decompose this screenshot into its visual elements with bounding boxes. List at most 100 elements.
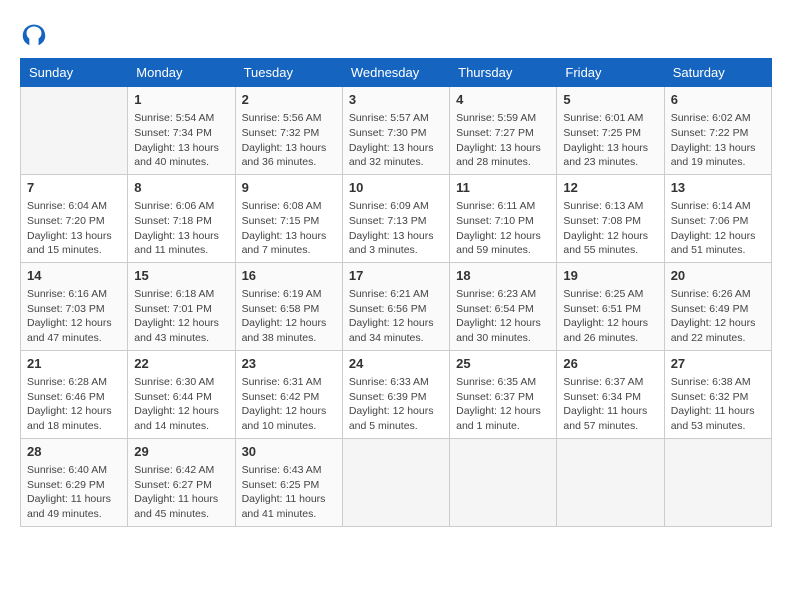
day-info: Sunrise: 6:06 AM Sunset: 7:18 PM Dayligh… [134, 199, 228, 258]
day-number: 6 [671, 91, 765, 109]
day-info: Sunrise: 6:40 AM Sunset: 6:29 PM Dayligh… [27, 463, 121, 522]
day-info: Sunrise: 5:54 AM Sunset: 7:34 PM Dayligh… [134, 111, 228, 170]
day-info: Sunrise: 6:18 AM Sunset: 7:01 PM Dayligh… [134, 287, 228, 346]
calendar-cell: 5 Sunrise: 6:01 AM Sunset: 7:25 PM Daylig… [557, 87, 664, 175]
calendar-cell: 14 Sunrise: 6:16 AM Sunset: 7:03 PM Dayli… [21, 262, 128, 350]
calendar-cell: 11 Sunrise: 6:11 AM Sunset: 7:10 PM Dayli… [450, 174, 557, 262]
calendar-cell [21, 87, 128, 175]
day-number: 27 [671, 355, 765, 373]
day-number: 13 [671, 179, 765, 197]
header-wednesday: Wednesday [342, 59, 449, 87]
day-number: 29 [134, 443, 228, 461]
header-row: Sunday Monday Tuesday Wednesday Thursday… [21, 59, 772, 87]
day-number: 12 [563, 179, 657, 197]
day-info: Sunrise: 6:37 AM Sunset: 6:34 PM Dayligh… [563, 375, 657, 434]
day-number: 24 [349, 355, 443, 373]
day-number: 21 [27, 355, 121, 373]
logo-icon [20, 20, 48, 48]
day-number: 8 [134, 179, 228, 197]
calendar-cell: 16 Sunrise: 6:19 AM Sunset: 6:58 PM Dayli… [235, 262, 342, 350]
calendar-week-4: 21 Sunrise: 6:28 AM Sunset: 6:46 PM Dayli… [21, 350, 772, 438]
day-number: 22 [134, 355, 228, 373]
day-info: Sunrise: 6:11 AM Sunset: 7:10 PM Dayligh… [456, 199, 550, 258]
header-saturday: Saturday [664, 59, 771, 87]
day-number: 23 [242, 355, 336, 373]
day-info: Sunrise: 6:25 AM Sunset: 6:51 PM Dayligh… [563, 287, 657, 346]
day-info: Sunrise: 6:42 AM Sunset: 6:27 PM Dayligh… [134, 463, 228, 522]
day-info: Sunrise: 6:28 AM Sunset: 6:46 PM Dayligh… [27, 375, 121, 434]
day-number: 15 [134, 267, 228, 285]
calendar-cell: 12 Sunrise: 6:13 AM Sunset: 7:08 PM Dayli… [557, 174, 664, 262]
calendar-cell: 18 Sunrise: 6:23 AM Sunset: 6:54 PM Dayli… [450, 262, 557, 350]
day-number: 19 [563, 267, 657, 285]
calendar-table: Sunday Monday Tuesday Wednesday Thursday… [20, 58, 772, 527]
day-number: 3 [349, 91, 443, 109]
calendar-cell [342, 438, 449, 526]
day-info: Sunrise: 6:16 AM Sunset: 7:03 PM Dayligh… [27, 287, 121, 346]
calendar-cell: 2Sunrise: 5:56 AM Sunset: 7:32 PM Daylig… [235, 87, 342, 175]
day-info: Sunrise: 6:09 AM Sunset: 7:13 PM Dayligh… [349, 199, 443, 258]
calendar-cell [664, 438, 771, 526]
calendar-cell: 8 Sunrise: 6:06 AM Sunset: 7:18 PM Daylig… [128, 174, 235, 262]
day-info: Sunrise: 6:13 AM Sunset: 7:08 PM Dayligh… [563, 199, 657, 258]
day-number: 26 [563, 355, 657, 373]
day-info: Sunrise: 6:04 AM Sunset: 7:20 PM Dayligh… [27, 199, 121, 258]
page-header [20, 20, 772, 48]
calendar-cell [557, 438, 664, 526]
day-info: Sunrise: 6:35 AM Sunset: 6:37 PM Dayligh… [456, 375, 550, 434]
header-friday: Friday [557, 59, 664, 87]
calendar-cell: 20 Sunrise: 6:26 AM Sunset: 6:49 PM Dayli… [664, 262, 771, 350]
calendar-cell: 24 Sunrise: 6:33 AM Sunset: 6:39 PM Dayli… [342, 350, 449, 438]
header-tuesday: Tuesday [235, 59, 342, 87]
day-number: 11 [456, 179, 550, 197]
calendar-cell: 27 Sunrise: 6:38 AM Sunset: 6:32 PM Dayli… [664, 350, 771, 438]
day-info: Sunrise: 6:30 AM Sunset: 6:44 PM Dayligh… [134, 375, 228, 434]
day-info: Sunrise: 6:31 AM Sunset: 6:42 PM Dayligh… [242, 375, 336, 434]
calendar-week-3: 14 Sunrise: 6:16 AM Sunset: 7:03 PM Dayli… [21, 262, 772, 350]
day-info: Sunrise: 6:02 AM Sunset: 7:22 PM Dayligh… [671, 111, 765, 170]
day-info: Sunrise: 5:59 AM Sunset: 7:27 PM Dayligh… [456, 111, 550, 170]
day-number: 14 [27, 267, 121, 285]
day-number: 28 [27, 443, 121, 461]
calendar-header: Sunday Monday Tuesday Wednesday Thursday… [21, 59, 772, 87]
day-info: Sunrise: 6:38 AM Sunset: 6:32 PM Dayligh… [671, 375, 765, 434]
day-info: Sunrise: 6:19 AM Sunset: 6:58 PM Dayligh… [242, 287, 336, 346]
day-number: 16 [242, 267, 336, 285]
calendar-cell: 26 Sunrise: 6:37 AM Sunset: 6:34 PM Dayli… [557, 350, 664, 438]
calendar-cell: 23 Sunrise: 6:31 AM Sunset: 6:42 PM Dayli… [235, 350, 342, 438]
day-info: Sunrise: 6:08 AM Sunset: 7:15 PM Dayligh… [242, 199, 336, 258]
calendar-cell: 22 Sunrise: 6:30 AM Sunset: 6:44 PM Dayli… [128, 350, 235, 438]
calendar-cell: 4 Sunrise: 5:59 AM Sunset: 7:27 PM Daylig… [450, 87, 557, 175]
day-number: 4 [456, 91, 550, 109]
day-number: 9 [242, 179, 336, 197]
calendar-cell: 29 Sunrise: 6:42 AM Sunset: 6:27 PM Dayli… [128, 438, 235, 526]
day-number: 7 [27, 179, 121, 197]
day-number: 5 [563, 91, 657, 109]
calendar-cell [450, 438, 557, 526]
day-number: 18 [456, 267, 550, 285]
day-info: Sunrise: 6:43 AM Sunset: 6:25 PM Dayligh… [242, 463, 336, 522]
calendar-body: 1 Sunrise: 5:54 AM Sunset: 7:34 PM Daylig… [21, 87, 772, 527]
calendar-cell: 13Sunrise: 6:14 AM Sunset: 7:06 PM Dayli… [664, 174, 771, 262]
day-info: Sunrise: 6:26 AM Sunset: 6:49 PM Dayligh… [671, 287, 765, 346]
calendar-cell: 9 Sunrise: 6:08 AM Sunset: 7:15 PM Daylig… [235, 174, 342, 262]
calendar-cell: 7 Sunrise: 6:04 AM Sunset: 7:20 PM Daylig… [21, 174, 128, 262]
day-number: 2 [242, 91, 336, 109]
logo [20, 20, 52, 48]
day-number: 1 [134, 91, 228, 109]
calendar-week-1: 1 Sunrise: 5:54 AM Sunset: 7:34 PM Daylig… [21, 87, 772, 175]
day-info: Sunrise: 6:33 AM Sunset: 6:39 PM Dayligh… [349, 375, 443, 434]
day-info: Sunrise: 6:01 AM Sunset: 7:25 PM Dayligh… [563, 111, 657, 170]
calendar-cell: 28 Sunrise: 6:40 AM Sunset: 6:29 PM Dayli… [21, 438, 128, 526]
calendar-cell: 1 Sunrise: 5:54 AM Sunset: 7:34 PM Daylig… [128, 87, 235, 175]
calendar-week-5: 28 Sunrise: 6:40 AM Sunset: 6:29 PM Dayli… [21, 438, 772, 526]
header-monday: Monday [128, 59, 235, 87]
calendar-cell: 10Sunrise: 6:09 AM Sunset: 7:13 PM Dayli… [342, 174, 449, 262]
day-number: 20 [671, 267, 765, 285]
day-info: Sunrise: 5:57 AM Sunset: 7:30 PM Dayligh… [349, 111, 443, 170]
calendar-cell: 6 Sunrise: 6:02 AM Sunset: 7:22 PM Daylig… [664, 87, 771, 175]
calendar-cell: 3 Sunrise: 5:57 AM Sunset: 7:30 PM Daylig… [342, 87, 449, 175]
day-info: Sunrise: 6:23 AM Sunset: 6:54 PM Dayligh… [456, 287, 550, 346]
header-sunday: Sunday [21, 59, 128, 87]
day-number: 25 [456, 355, 550, 373]
